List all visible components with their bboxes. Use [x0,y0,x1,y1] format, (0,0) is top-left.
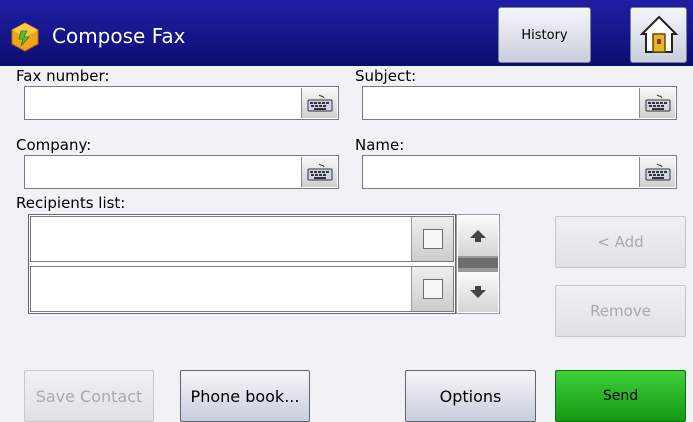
fax-number-field[interactable] [24,86,339,120]
name-label: Name: [355,136,405,154]
remove-button[interactable]: Remove [555,285,686,337]
keyboard-icon [645,163,670,181]
recipient-checkbox[interactable] [422,279,443,299]
subject-keyboard-button[interactable] [639,88,675,118]
page-title: Compose Fax [52,24,186,48]
keyboard-icon [307,163,332,181]
subject-field[interactable] [362,86,677,120]
fax-app-icon [11,22,39,52]
send-button[interactable]: Send [555,370,686,422]
recipients-list-label: Recipients list: [16,194,126,212]
options-button[interactable]: Options [405,370,536,422]
home-icon [639,15,678,53]
name-field[interactable] [362,155,677,189]
recipients-scrollbar[interactable] [456,214,500,314]
arrow-down-icon [470,286,486,298]
recipient-checkbox[interactable] [422,229,443,249]
recipient-row[interactable] [30,266,454,312]
recipients-list [28,214,456,314]
history-button[interactable]: History [498,7,591,63]
home-button[interactable] [630,7,687,63]
arrow-up-icon [470,230,486,242]
keyboard-icon [307,94,332,112]
company-label: Company: [16,136,92,154]
phone-book-button[interactable]: Phone book... [180,370,310,422]
recipient-row-checkbox-cell[interactable] [411,217,453,261]
company-field[interactable] [24,155,339,189]
keyboard-icon [645,94,670,112]
save-contact-button[interactable]: Save Contact [24,370,154,422]
subject-label: Subject: [355,67,417,85]
add-button[interactable]: < Add [555,216,686,268]
fax-number-label: Fax number: [16,67,110,85]
title-bar: Compose Fax History [0,0,693,66]
scroll-down-button[interactable] [458,272,498,312]
scroll-thumb[interactable] [458,258,498,268]
name-keyboard-button[interactable] [639,157,675,187]
recipient-row[interactable] [30,216,454,262]
company-keyboard-button[interactable] [301,157,337,187]
fax-number-keyboard-button[interactable] [301,88,337,118]
recipient-row-checkbox-cell[interactable] [411,267,453,311]
scroll-up-button[interactable] [458,216,498,256]
